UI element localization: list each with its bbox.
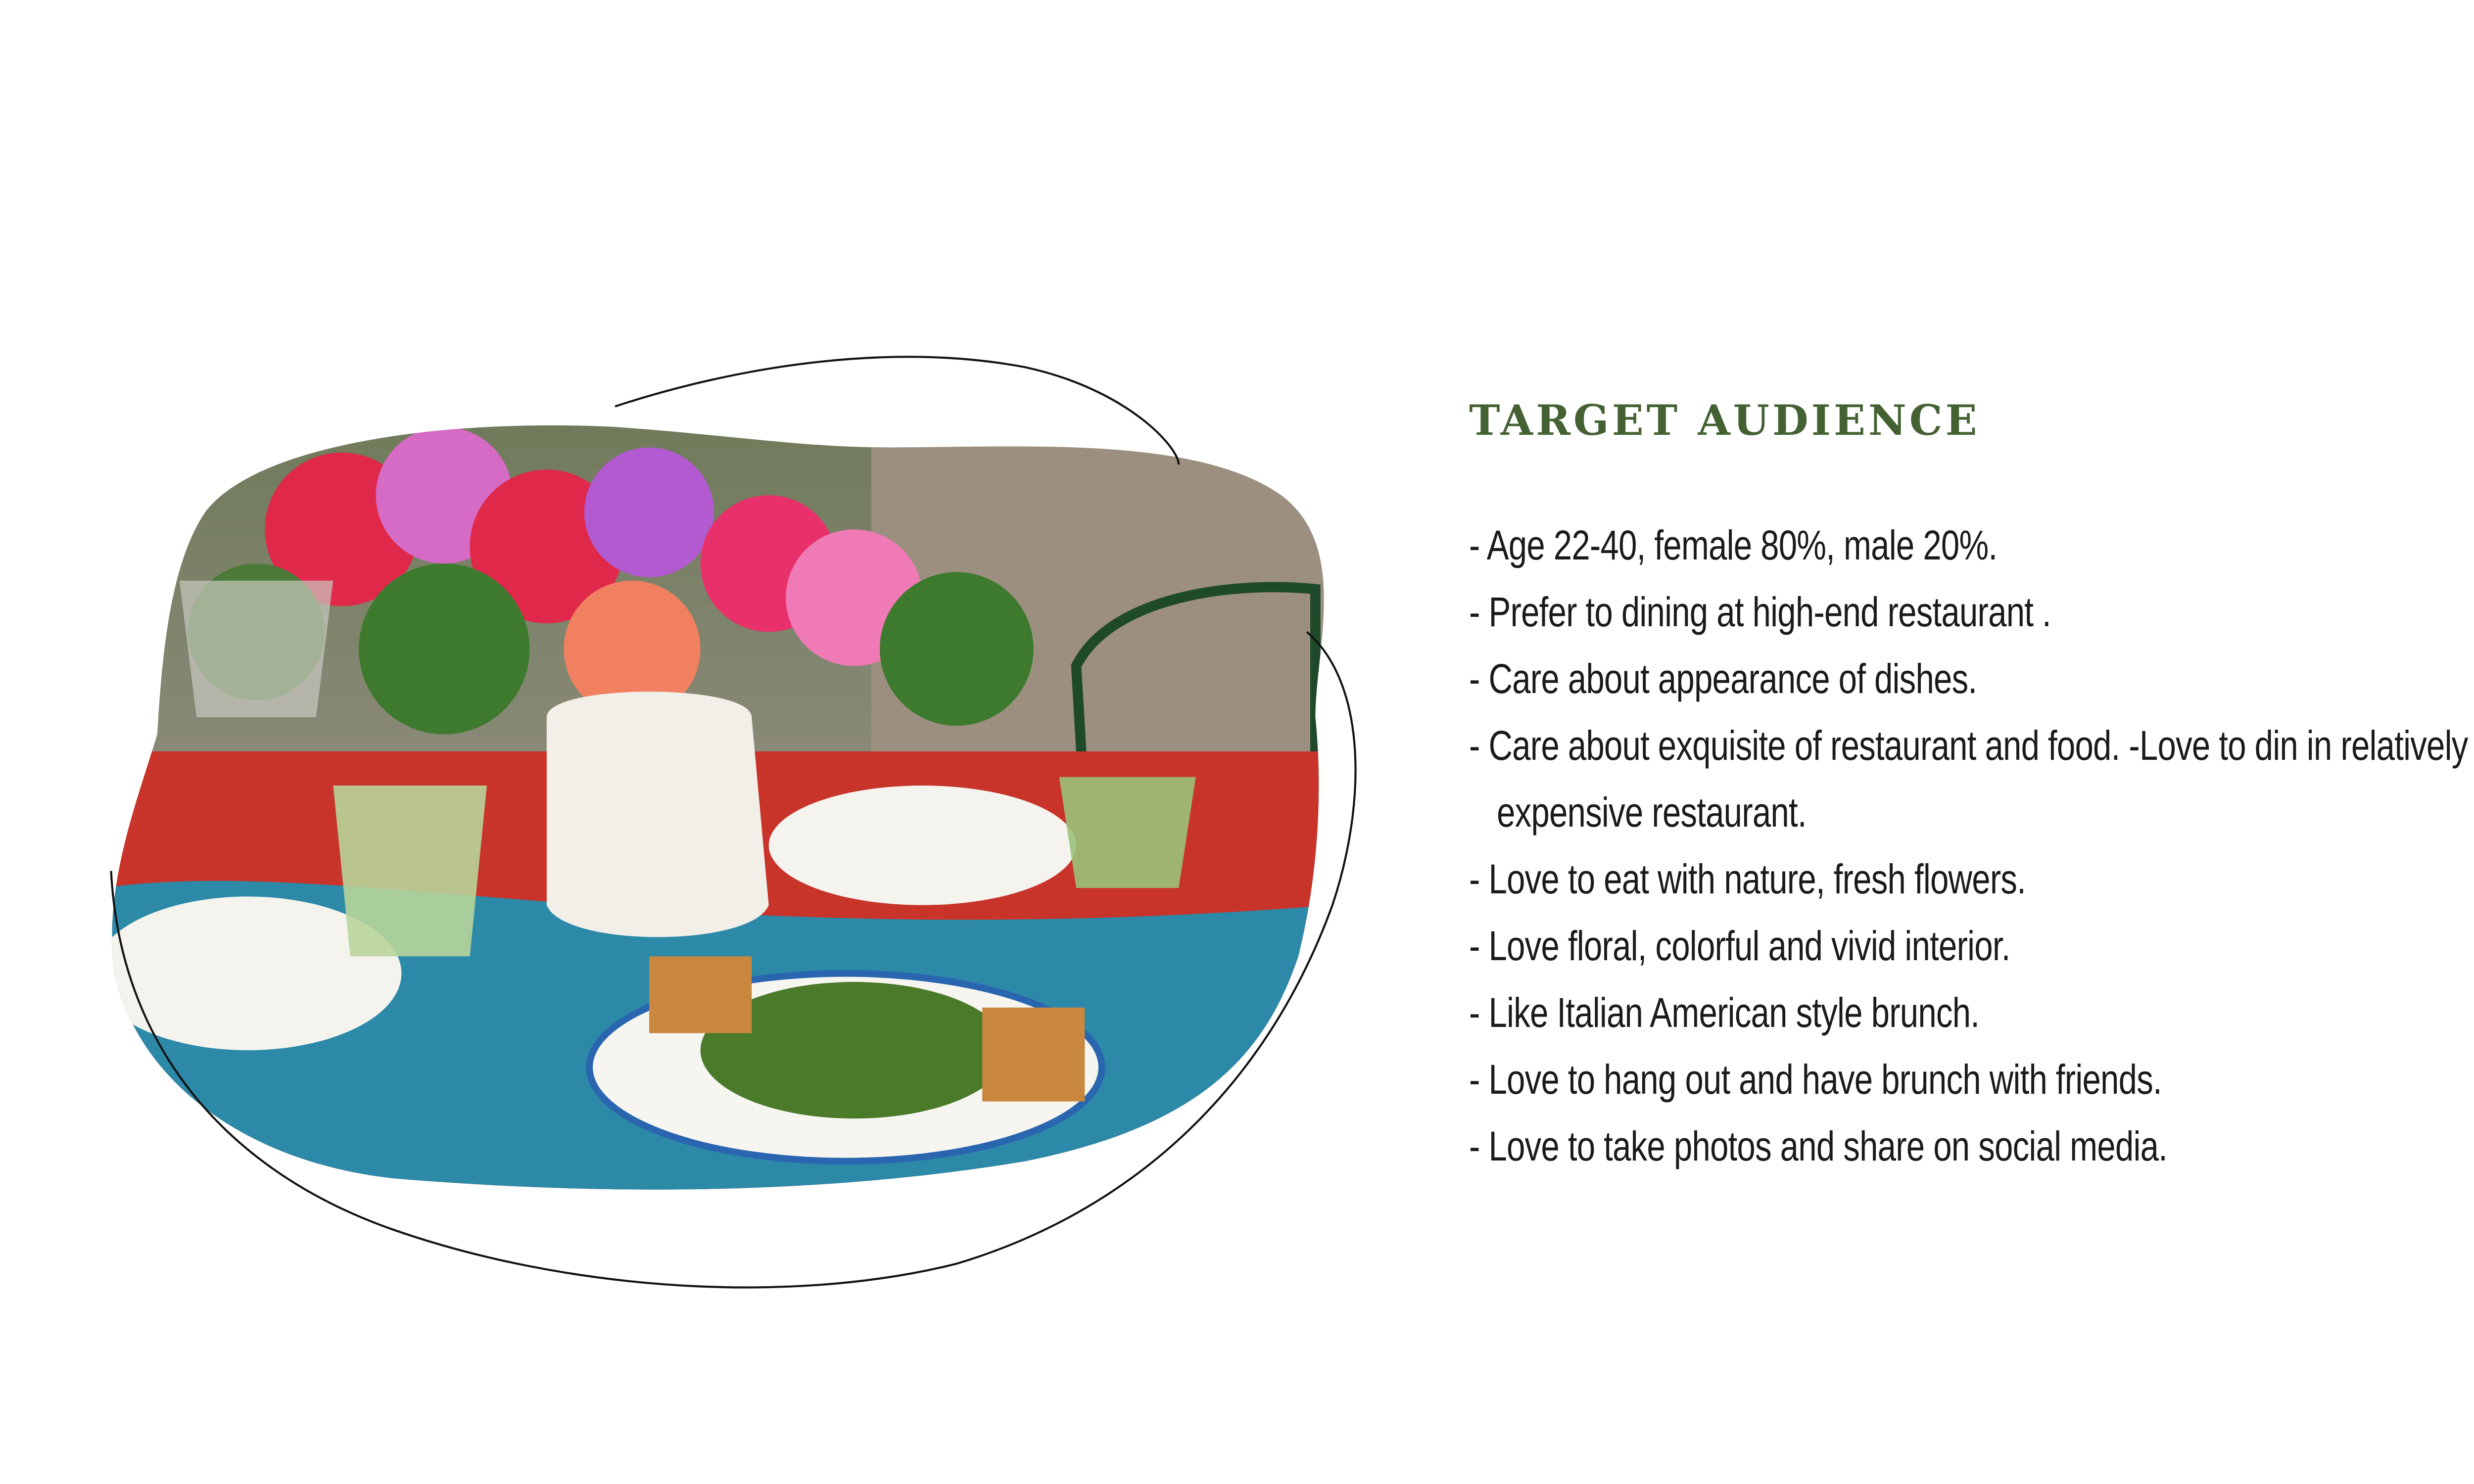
list-item: - Age 22-40, female 80%, male 20%.: [1469, 522, 1998, 568]
list-item-continuation: expensive restaurant.: [1497, 789, 1807, 835]
list-item: - Love to take photos and share on socia…: [1469, 1123, 2168, 1169]
section-title: TARGET AUDIENCE: [1469, 396, 1980, 445]
audience-list: - Age 22-40, female 80%, male 20%. - Pre…: [1469, 512, 2468, 1180]
list-item: - Love to eat with nature, fresh flowers…: [1469, 856, 2026, 902]
list-item: - Care about exquisite of restaurant and…: [1469, 722, 2468, 769]
list-item: - Love floral, colorful and vivid interi…: [1469, 923, 2010, 969]
list-item: - Care about appearance of dishes.: [1469, 655, 1977, 702]
list-item: - Love to hang out and have brunch with …: [1469, 1056, 2162, 1103]
photo-content: [112, 425, 1324, 1190]
list-item: - Prefer to dining at high-end restauran…: [1469, 589, 2051, 635]
list-item: - Like Italian American style brunch.: [1469, 989, 1980, 1036]
